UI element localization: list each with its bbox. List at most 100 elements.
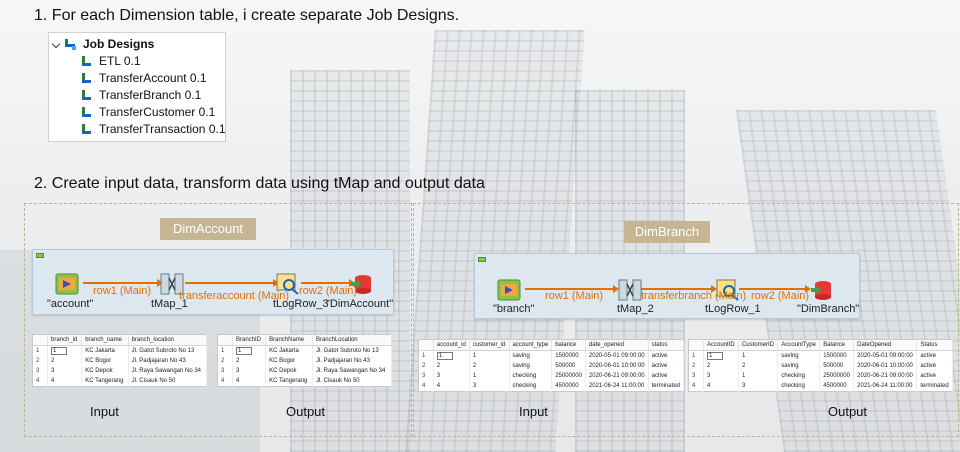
table-row[interactable]: 1 1 KC Jakarta Jl. Gatot Subroto No 13 (32, 345, 208, 356)
component-label: tLogRow_3 (273, 298, 329, 310)
column-header[interactable]: branch_id (47, 334, 83, 346)
table-row[interactable]: 2 2 2 saving 500000 2020-06-01 10:00:00 active (418, 361, 685, 371)
table-row[interactable]: 4 4 KC Tangerang Jl. Cisauk No 50 (32, 376, 208, 387)
row-number: 2 (418, 361, 434, 371)
component-label: tLogRow_1 (705, 303, 761, 315)
row-number: 3 (688, 371, 704, 381)
chevron-down-icon[interactable] (51, 39, 61, 49)
table-cell: 3 (703, 371, 739, 381)
table-cell: KC Depok (81, 366, 129, 376)
table-row[interactable]: 1 1 KC Jakarta Jl. Gatot Subroto No 13 (217, 345, 393, 356)
column-header[interactable]: status (648, 339, 685, 351)
row-number: 1 (32, 345, 48, 356)
table-cell: saving (777, 350, 821, 361)
column-header[interactable] (32, 334, 48, 346)
row-number: 3 (32, 366, 48, 376)
table-cell: 2020-06-01 10:00:00 (585, 361, 649, 371)
flow-label: row2 (Main) (751, 290, 810, 302)
table-cell: KC Depok (265, 366, 313, 376)
column-header[interactable]: date_opened (585, 339, 649, 351)
column-header[interactable]: branch_name (81, 334, 129, 346)
column-header[interactable]: account_type (509, 339, 553, 351)
cell-value: 3 (236, 368, 240, 374)
account-job-canvas[interactable]: row1 (Main) transferaccount (Main) row2 … (32, 249, 394, 315)
table-row[interactable]: 1 1 1 saving 1500000 2020-05-01 09:00:00 activ… (688, 350, 953, 361)
table-cell: 3 (232, 366, 267, 376)
column-header[interactable]: AccountType (777, 339, 821, 351)
table-row[interactable]: 4 4 3 checking 4500000 2021-06-24 11:00:00 ter… (688, 381, 953, 392)
table-cell: active (648, 361, 685, 371)
table-cell: 1 (469, 371, 510, 381)
column-header[interactable]: DateOpened (853, 339, 918, 351)
output-db-icon[interactable] (809, 278, 835, 302)
table-cell: 2021-06-24 11:00:00 (853, 381, 918, 392)
row-number: 4 (688, 381, 704, 392)
table-cell: checking (509, 381, 553, 392)
job-icon (82, 73, 91, 83)
table-cell: 4 (232, 376, 267, 387)
dim-account-chip: DimAccount (160, 218, 256, 240)
table-row[interactable]: 4 4 3 checking 4500000 2021-06-24 11:00:00 ter… (418, 381, 685, 392)
table-cell: 2 (703, 361, 739, 371)
row-number: 1 (688, 350, 704, 361)
table-row[interactable]: 4 4 KC Tangerang Jl. Cisauk No 50 (217, 376, 393, 387)
table-cell: 2 (433, 361, 470, 371)
table-cell: 3 (469, 381, 510, 392)
row-number: 4 (217, 376, 233, 387)
input-db-icon[interactable] (55, 272, 81, 296)
table-cell: active (916, 361, 953, 371)
account-output-table: BranchID BranchName BranchLocation 1 1 KC Jak… (217, 334, 393, 387)
column-header[interactable]: BranchID (232, 334, 267, 346)
column-header[interactable]: BranchName (265, 334, 313, 346)
table-cell: Jl. Padjajaran No 43 (128, 356, 208, 366)
table-row[interactable]: 3 3 KC Depok Jl. Raya Sawangan No 34 (217, 366, 393, 376)
table-header-row: branch_id branch_name branch_location (32, 334, 208, 346)
row-number: 2 (688, 361, 704, 371)
column-header[interactable] (217, 334, 233, 346)
cell-value: 3 (707, 373, 711, 379)
column-header[interactable] (418, 339, 434, 351)
table-cell: active (648, 371, 685, 381)
table-cell: 1 (232, 345, 267, 356)
tmap-icon[interactable] (617, 278, 643, 302)
column-header[interactable]: customer_id (469, 339, 510, 351)
column-header[interactable] (688, 339, 704, 351)
table-row[interactable]: 3 3 KC Depok Jl. Raya Sawangan No 34 (32, 366, 208, 376)
table-row[interactable]: 3 3 1 checking 25000000 2020-06-21 09:00:00 ac… (418, 371, 685, 381)
table-row[interactable]: 3 3 1 checking 25000000 2020-06-21 09:00:00 ac… (688, 371, 953, 381)
column-header[interactable]: account_id (433, 339, 470, 351)
table-cell: 1 (738, 371, 779, 381)
step-1-title: 1. For each Dimension table, i create se… (34, 7, 460, 24)
cell-value: 2 (236, 358, 240, 364)
branch-job-canvas[interactable]: row1 (Main) transferbranch (Main) row2 (… (474, 253, 860, 319)
table-cell: 3 (738, 381, 779, 392)
table-row[interactable]: 2 2 KC Bogor Jl. Padjajaran No 43 (32, 356, 208, 366)
column-header[interactable]: balance (551, 339, 586, 351)
table-row[interactable]: 2 2 2 saving 500000 2020-06-01 10:00:00 active (688, 361, 953, 371)
column-header[interactable]: AccountID (703, 339, 739, 351)
table-cell: 2 (469, 361, 510, 371)
column-header[interactable]: CustomerID (738, 339, 779, 351)
branch-output-table: AccountID CustomerID AccountType Balance Dat… (688, 339, 953, 392)
job-icon (82, 90, 91, 100)
component-label: tMap_1 (151, 298, 188, 310)
row-number: 2 (32, 356, 48, 366)
table-cell: 2 (232, 356, 267, 366)
account-input-caption: Input (90, 404, 119, 419)
tree-item-label: TransferBranch 0.1 (99, 88, 202, 102)
column-header[interactable]: Balance (819, 339, 855, 351)
input-db-icon[interactable] (497, 278, 523, 302)
column-header[interactable]: branch_location (128, 334, 208, 346)
component-label: "branch" (493, 303, 535, 315)
table-cell: terminated (648, 381, 685, 392)
table-row[interactable]: 2 2 KC Bogor Jl. Padjajaran No 43 (217, 356, 393, 366)
table-row[interactable]: 1 1 1 saving 1500000 2020-05-01 09:00:00 activ… (418, 350, 685, 361)
column-header[interactable]: BranchLocation (312, 334, 393, 346)
job-icon (82, 124, 91, 134)
row-number: 1 (217, 345, 233, 356)
cell-value: 1 (436, 352, 454, 360)
cell-value: 3 (51, 368, 55, 374)
table-cell: checking (777, 371, 821, 381)
column-header[interactable]: Status (916, 339, 953, 351)
table-cell: saving (509, 361, 553, 371)
